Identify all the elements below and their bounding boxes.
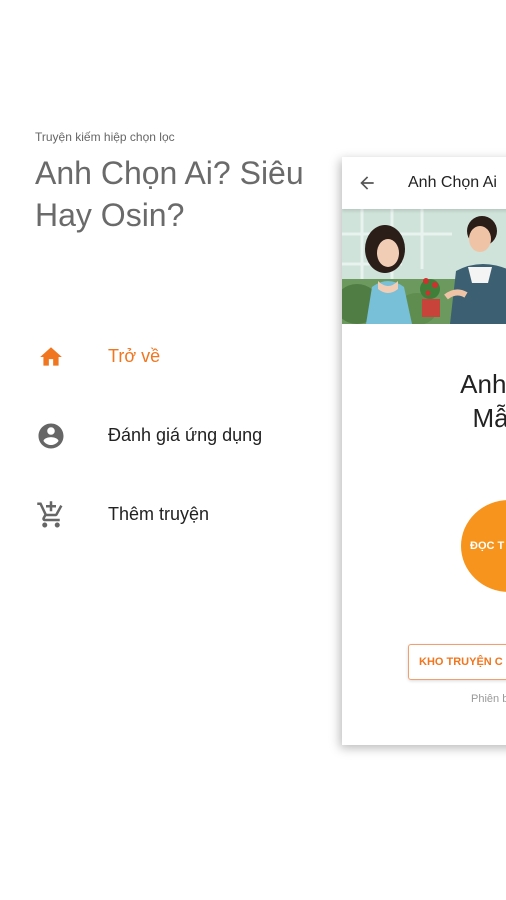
menu-item-back[interactable]: Trở về: [0, 328, 340, 384]
preview-app-bar: Anh Chọn Ai: [342, 157, 506, 209]
menu-item-add-story[interactable]: Thêm truyện: [0, 486, 340, 542]
menu-item-label: Thêm truyện: [108, 503, 210, 524]
read-button[interactable]: ĐỌC T: [461, 500, 506, 592]
drawer-title-line1: Anh Chọn Ai? Siêu: [35, 155, 304, 191]
drawer-subtitle: Truyện kiếm hiệp chọn lọc: [35, 130, 175, 144]
menu-item-label: Trở về: [108, 345, 161, 366]
preview-book-title-line2: Mẫu Ha: [472, 403, 506, 433]
story-store-button[interactable]: KHO TRUYỆN C: [408, 644, 506, 680]
cover-illustration: [342, 209, 506, 324]
add-shopping-cart-icon: [36, 500, 66, 530]
menu-item-label: Đánh giá ứng dụng: [108, 424, 263, 445]
back-arrow-icon[interactable]: [356, 173, 378, 193]
menu-item-rate-app[interactable]: Đánh giá ứng dụng: [0, 407, 340, 463]
version-label: Phiên b: [471, 693, 506, 705]
preview-book-title-line1: Anh Chọn: [460, 369, 506, 399]
drawer-title: Anh Chọn Ai? Siêu Hay Osin?: [35, 152, 335, 236]
preview-app-bar-title: Anh Chọn Ai: [408, 174, 497, 191]
preview-book-title: Anh Chọn Mẫu Ha: [388, 367, 506, 435]
app-preview-screen: Anh Chọn Ai Anh Chọn Mẫ: [342, 157, 506, 745]
drawer-title-line2: Hay Osin?: [35, 197, 185, 233]
account-circle-icon: [36, 421, 66, 451]
home-icon: [36, 342, 66, 372]
